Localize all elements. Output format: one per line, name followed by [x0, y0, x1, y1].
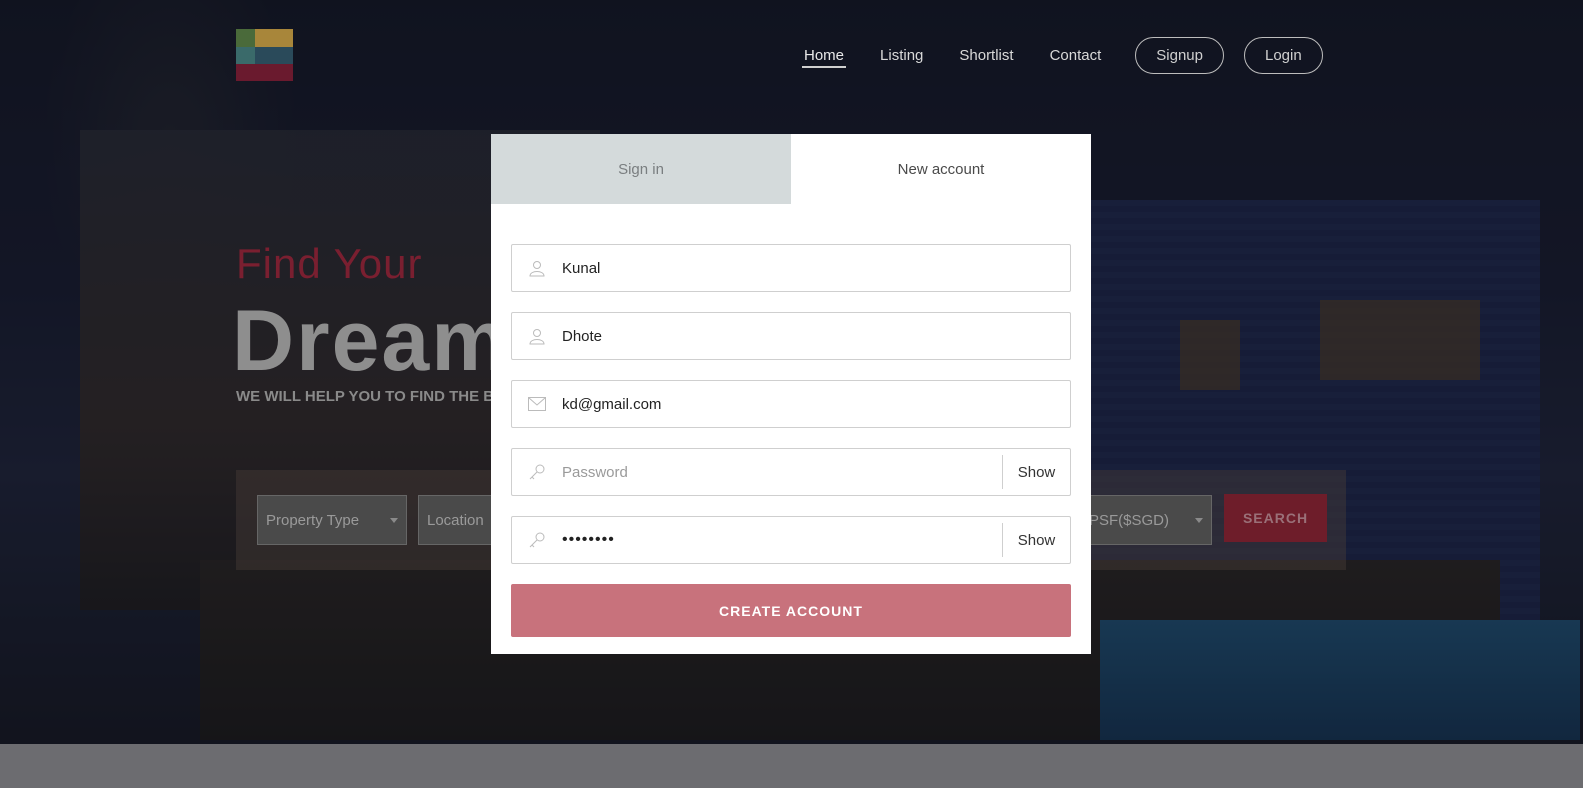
property-type-value: Property Type — [266, 512, 360, 529]
nav-listing[interactable]: Listing — [866, 39, 937, 72]
confirm-password-input[interactable] — [562, 517, 1002, 563]
property-type-select[interactable]: Property Type — [257, 495, 407, 545]
user-icon — [512, 327, 562, 345]
password-input[interactable] — [562, 449, 1002, 495]
tab-sign-in[interactable]: Sign in — [491, 134, 791, 204]
password-field: Show — [511, 448, 1071, 496]
confirm-password-field: Show — [511, 516, 1071, 564]
show-password-button[interactable]: Show — [1002, 455, 1070, 489]
search-button[interactable]: SEARCH — [1224, 494, 1327, 542]
signup-form: Show Show CREATE ACCOUNT — [491, 204, 1091, 637]
site-logo[interactable] — [236, 29, 293, 81]
location-value: Location — [427, 512, 484, 529]
hero-kicker: Find Your — [236, 240, 423, 287]
create-account-button[interactable]: CREATE ACCOUNT — [511, 584, 1071, 637]
tab-new-account[interactable]: New account — [791, 134, 1091, 204]
hero-subtitle: WE WILL HELP YOU TO FIND THE BE — [236, 388, 505, 405]
key-icon — [512, 531, 562, 549]
last-name-input[interactable] — [562, 313, 1070, 359]
email-field — [511, 380, 1071, 428]
nav-contact[interactable]: Contact — [1036, 39, 1116, 72]
main-nav: Home Listing Shortlist Contact Signup Lo… — [790, 37, 1331, 74]
user-icon — [512, 259, 562, 277]
psf-select[interactable]: PSF($SGD) — [1080, 495, 1212, 545]
email-input[interactable] — [562, 381, 1070, 427]
signup-modal: Sign in New account Show — [491, 134, 1091, 654]
modal-tabs: Sign in New account — [491, 134, 1091, 204]
first-name-field — [511, 244, 1071, 292]
hero-title: Dream — [232, 293, 510, 389]
login-button[interactable]: Login — [1243, 37, 1323, 74]
psf-value: PSF($SGD) — [1089, 512, 1170, 529]
show-confirm-password-button[interactable]: Show — [1002, 523, 1070, 557]
key-icon — [512, 463, 562, 481]
chevron-down-icon — [1195, 518, 1203, 523]
envelope-icon — [512, 397, 562, 411]
signup-button[interactable]: Signup — [1135, 37, 1224, 74]
last-name-field — [511, 312, 1071, 360]
bottom-band — [0, 744, 1583, 788]
first-name-input[interactable] — [562, 245, 1070, 291]
nav-home[interactable]: Home — [790, 39, 858, 72]
chevron-down-icon — [390, 518, 398, 523]
nav-shortlist[interactable]: Shortlist — [945, 39, 1027, 72]
